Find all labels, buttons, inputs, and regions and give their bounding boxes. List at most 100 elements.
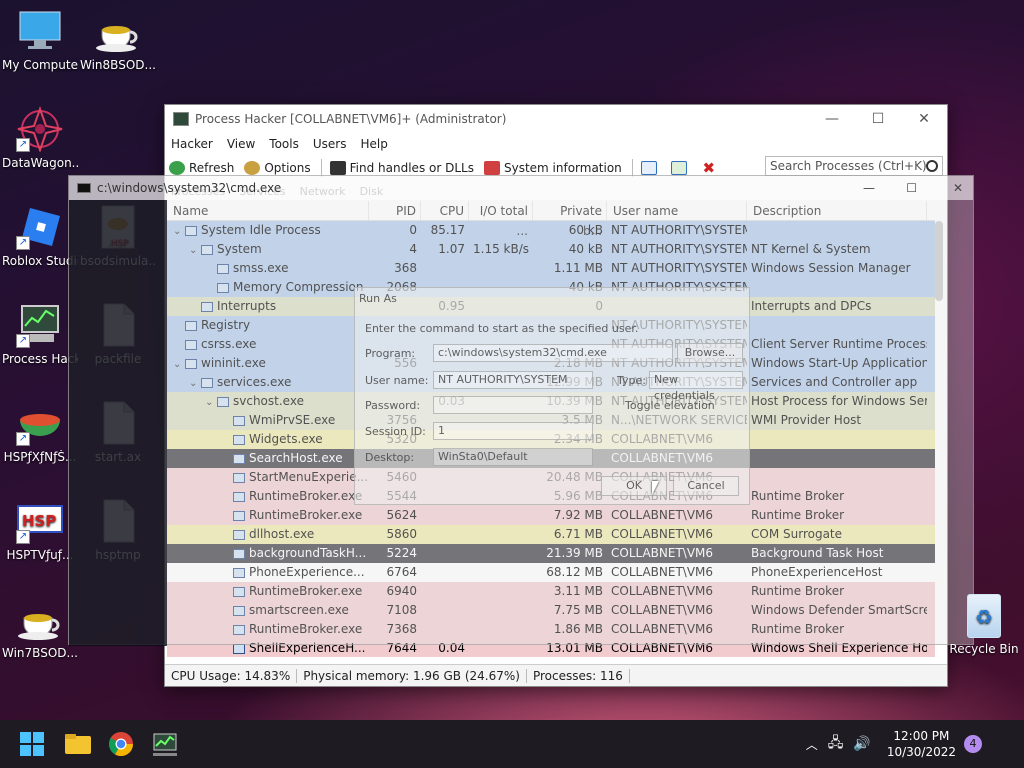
system-information-button[interactable]: System information	[483, 161, 622, 175]
clock-time: 12:00 PM	[893, 729, 950, 743]
window-arrow-icon	[670, 161, 687, 175]
type-select[interactable]: New credentials	[649, 371, 743, 402]
svg-text:HSP: HSP	[22, 512, 56, 530]
desktop-icon[interactable]: ↗ Process Hacker 2	[2, 302, 78, 366]
find-handles-button[interactable]: Find handles or DLLs	[329, 161, 474, 175]
process-hacker-icon	[153, 733, 177, 751]
soup-bowl-icon: ↗	[16, 400, 64, 446]
status-cpu: CPU Usage: 14.83%	[165, 668, 298, 683]
process-hacker-taskbar-button[interactable]	[153, 732, 177, 756]
menu-item[interactable]: View	[227, 137, 255, 151]
shortcut-arrow-icon: ↗	[16, 334, 30, 348]
desktop-icon[interactable]: ↗ DataWagon...	[2, 105, 78, 170]
desktop-icon-label: Roblox Studio	[2, 254, 78, 268]
process-hacker-icon: ↗	[16, 302, 64, 348]
minimize-button[interactable]: —	[809, 105, 855, 133]
session-field[interactable]: 1	[433, 422, 593, 440]
shortcut-arrow-icon: ↗	[16, 530, 30, 544]
dialog-title: Run As	[359, 292, 397, 305]
refresh-button[interactable]: Refresh	[169, 161, 234, 175]
username-field[interactable]: NT AUTHORITY\SYSTEM	[433, 371, 593, 389]
cmd-icon	[77, 183, 91, 193]
go-to-process-button[interactable]	[670, 161, 691, 175]
red-x-icon: ✖	[702, 159, 716, 177]
desktop-icon[interactable]: ↗ HSPƒXƒNƒŠ...	[2, 400, 78, 464]
cmd-close-button[interactable]: ✕	[953, 181, 963, 195]
search-input[interactable]: Search Processes (Ctrl+K)	[765, 156, 943, 176]
desktop-icon-label: Win8BSOD....	[80, 58, 156, 72]
maximize-button[interactable]: ☐	[855, 105, 901, 133]
menu-item[interactable]: Hacker	[171, 137, 213, 151]
desktop-icon[interactable]: Win7BSOD....	[2, 596, 78, 660]
cancel-button[interactable]: Cancel	[673, 476, 739, 496]
instruction-text: Enter the command to start as the specif…	[365, 322, 639, 335]
terminate-button[interactable]: ✖	[701, 159, 721, 177]
window-icon	[640, 161, 657, 175]
recycle-bin-icon: ♻	[967, 594, 1001, 638]
network-icon[interactable]: 🖧	[828, 732, 844, 756]
chrome-button[interactable]	[108, 732, 133, 757]
cmd-title-bar[interactable]: c:\windows\system32\cmd.exe — ☐ ✕	[69, 176, 973, 200]
chrome-icon	[108, 732, 133, 757]
desktop-icon[interactable]: My Computer	[2, 8, 78, 72]
status-memory: Physical memory: 1.96 GB (24.67%)	[297, 668, 527, 683]
cmd-console[interactable]	[69, 200, 167, 646]
menu-item[interactable]: Tools	[269, 137, 299, 151]
desktop-icon-label: DataWagon...	[2, 156, 78, 170]
password-label: Password:	[365, 399, 421, 412]
process-hacker-icon	[173, 112, 189, 126]
window-icon-button[interactable]	[640, 161, 661, 175]
chart-line-icon	[483, 161, 500, 175]
clock[interactable]: 12:00 PM 10/30/2022	[887, 728, 956, 760]
mandala-icon: ↗	[16, 105, 64, 154]
program-label: Program:	[365, 347, 416, 360]
menu-item[interactable]: Help	[360, 137, 387, 151]
status-bar: CPU Usage: 14.83% Physical memory: 1.96 …	[165, 664, 947, 686]
teacup-icon	[16, 596, 64, 642]
options-button[interactable]: Options	[244, 161, 311, 175]
password-field[interactable]	[433, 396, 593, 414]
status-processes: Processes: 116	[527, 668, 630, 683]
clock-date: 10/30/2022	[886, 745, 956, 759]
desktop-icon-label: Process Hacker 2	[2, 352, 78, 366]
desktop-icon[interactable]: ↗ Roblox Studio	[2, 204, 78, 268]
desktop-icon-label: HSPƒXƒNƒŠ...	[3, 450, 77, 464]
desktop-icon[interactable]: Win8BSOD....	[80, 8, 156, 72]
mouse-cursor	[652, 481, 659, 495]
toggle-elevation-checkbox[interactable]: Toggle elevation	[625, 399, 715, 412]
close-button[interactable]: ✕	[901, 105, 947, 133]
search-icon	[926, 160, 938, 172]
folder-icon	[65, 734, 91, 754]
refresh-icon	[169, 161, 185, 175]
menu-bar: Hacker View Tools Users Help	[165, 133, 947, 155]
program-field[interactable]: c:\windows\system32\cmd.exe	[433, 344, 673, 362]
cmd-maximize-button[interactable]: ☐	[906, 181, 917, 195]
menu-item[interactable]: Users	[313, 137, 347, 151]
browse-button[interactable]: Browse...	[677, 343, 743, 363]
type-label: Type:	[617, 374, 646, 387]
shortcut-arrow-icon: ↗	[16, 138, 30, 152]
volume-icon[interactable]: 🔊	[853, 736, 870, 752]
desktop-icon[interactable]: HSP ↗ HSPTVƒuƒ...	[2, 498, 78, 562]
run-as-dialog[interactable]: Run As Enter the command to start as the…	[354, 287, 750, 505]
cmd-minimize-button[interactable]: —	[863, 181, 875, 195]
desktop-icon-label: HSPTVƒuƒ...	[6, 548, 74, 562]
desktop-field[interactable]: WinSta0\Default	[433, 448, 593, 466]
windows-logo-icon	[20, 732, 44, 756]
binoculars-icon	[329, 161, 346, 175]
roblox-icon: ↗	[16, 204, 64, 250]
chevron-up-icon[interactable]: ︿	[806, 736, 818, 753]
shortcut-arrow-icon: ↗	[16, 432, 30, 446]
start-button[interactable]	[20, 732, 44, 756]
desktop-label: Desktop:	[365, 451, 415, 464]
process-icon	[233, 643, 245, 654]
file-explorer-button[interactable]	[65, 732, 91, 756]
gear-icon	[244, 161, 261, 175]
recycle-bin[interactable]: ♻ Recycle Bin	[944, 594, 1024, 656]
hsp-logo-icon: HSP ↗	[16, 498, 64, 544]
notification-badge[interactable]: 4	[964, 735, 982, 753]
system-tray: ︿ 🖧 🔊 12:00 PM 10/30/2022 4	[806, 720, 1024, 768]
window-title: Process Hacker [COLLABNET\VM6]+ (Adminis…	[195, 112, 507, 126]
teacup-icon	[94, 8, 142, 54]
taskbar: ︿ 🖧 🔊 12:00 PM 10/30/2022 4	[0, 720, 1024, 768]
